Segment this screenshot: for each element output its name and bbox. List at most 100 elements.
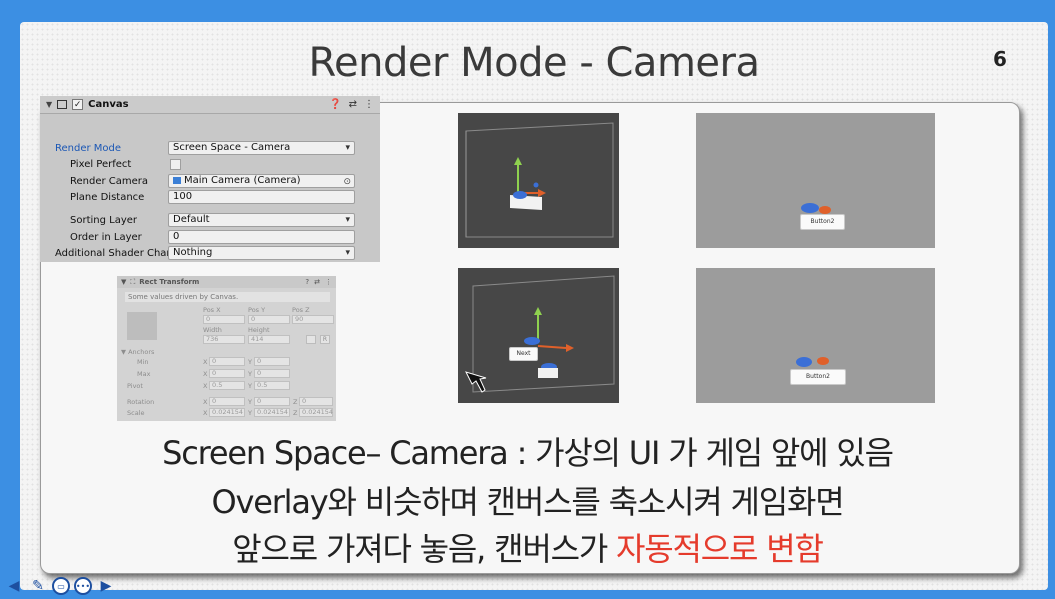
page-number: 6 [993,47,1007,71]
presentation-nav: ◀ ✎ ▭ ••• ▶ [4,577,116,595]
caption-highlight: 자동적으로 변함 [616,530,824,568]
rect-transform-header[interactable]: ▼ ⛶ Rect Transform ? ⇄ ⋮ [117,276,336,288]
help-icon[interactable]: ❓ [329,99,341,110]
plane-distance-input[interactable]: 100 [168,190,355,204]
game-top-button[interactable]: Button2 [800,214,845,230]
plane-distance-row: Plane Distance 100 [40,189,380,205]
pos-x-field[interactable]: 0 [203,315,245,324]
order-in-layer-row: Order in Layer 0 [40,229,380,245]
game-view-top[interactable]: Button2 [696,113,935,248]
previous-arrow-icon[interactable]: ◀ [4,577,24,595]
sorting-layer-dropdown[interactable]: Default [168,213,355,227]
scene-bottom-graphic [465,275,615,393]
render-camera-label: Render Camera [70,175,149,187]
render-mode-dropdown[interactable]: Screen Space - Camera [168,141,355,155]
rotation-label: Rotation [127,398,155,406]
pen-icon[interactable]: ✎ [28,577,48,595]
pos-x-label: Pos X [203,306,221,314]
object-picker-icon[interactable]: ⊙ [343,176,351,187]
collapse-triangle-icon[interactable]: ▼ [121,278,126,286]
scene-next-button[interactable]: Next [509,347,538,361]
anchor-max-y[interactable]: 0 [254,369,290,378]
scene-view-top[interactable] [458,113,619,248]
rotation-x[interactable]: 0 [209,397,245,406]
rotation-y-label: Y [248,398,252,406]
scale-z[interactable]: 0.024154 [299,408,333,417]
anchors-label[interactable]: ▼ Anchors [121,348,154,356]
slide-title: Render Mode - Camera [308,40,760,86]
pivot-x[interactable]: 0.5 [209,381,245,390]
canvas-component-header[interactable]: ▼ ✓ Canvas ❓ ⇄ ⋮ [40,96,380,114]
render-camera-field[interactable]: Main Camera (Camera) ⊙ [168,174,355,188]
anchor-max-label: Max [137,370,151,378]
anchor-preset-thumbnail[interactable] [127,312,157,340]
additional-shader-row: Additional Shader Chan Nothing [40,245,380,261]
height-field[interactable]: 414 [248,335,290,344]
pos-y-field[interactable]: 0 [248,315,290,324]
scale-z-label: Z [293,409,298,417]
pivot-y[interactable]: 0.5 [254,381,290,390]
anchor-max-x-label: X [203,370,208,378]
more-options-icon[interactable]: ⋮ [364,99,374,110]
raw-edit-button[interactable]: R [320,335,330,344]
anchor-min-x[interactable]: 0 [209,357,245,366]
plane-distance-label: Plane Distance [70,191,145,203]
pixel-perfect-checkbox[interactable] [170,158,181,170]
order-in-layer-label: Order in Layer [70,231,142,243]
caption-line-2: Overlay와 비슷하며 캔버스를 축소시켜 게임화면 [211,483,845,521]
pivot-x-label: X [203,382,208,390]
anchor-min-x-label: X [203,358,208,366]
more-options-icon[interactable]: ⋮ [325,278,332,286]
rotation-z[interactable]: 0 [299,397,333,406]
scene-top-graphic [465,122,614,238]
caption-line-1: Screen Space– Camera : 가상의 UI 가 게임 앞에 있음 [162,434,894,472]
anchor-min-y[interactable]: 0 [254,357,290,366]
more-options-icon[interactable]: ••• [74,577,92,595]
additional-shader-dropdown[interactable]: Nothing [168,246,355,260]
scale-y-label: Y [248,409,252,417]
canvas-enabled-checkbox[interactable]: ✓ [72,99,84,110]
scale-y[interactable]: 0.024154 [254,408,290,417]
help-icon[interactable]: ? [305,278,309,286]
pos-y-label: Pos Y [248,306,266,314]
blueprint-mode-button[interactable] [306,335,316,344]
preset-icon[interactable]: ⇄ [349,99,357,110]
scale-x[interactable]: 0.024154 [209,408,245,417]
game-bottom-button[interactable]: Button2 [790,369,846,385]
game-view-bottom[interactable]: Button2 [696,268,935,403]
width-field[interactable]: 736 [203,335,245,344]
slide-sorter-icon[interactable]: ▭ [52,577,70,595]
rect-transform-panel: ▼ ⛶ Rect Transform ? ⇄ ⋮ Some values dri… [117,276,336,421]
scale-label: Scale [127,409,145,417]
width-label: Width [203,326,222,334]
render-mode-row: Render Mode Screen Space - Camera [40,140,380,156]
render-camera-value: Main Camera (Camera) [184,175,301,186]
pixel-perfect-row: Pixel Perfect [40,156,380,172]
render-camera-row: Render Camera Main Camera (Camera) ⊙ [40,173,380,189]
pos-z-field[interactable]: 90 [292,315,334,324]
sorting-layer-row: Sorting Layer Default [40,212,380,228]
camera-icon [173,177,181,184]
rotation-x-label: X [203,398,208,406]
canvas-component-title: Canvas [88,99,129,110]
scene-view-bottom[interactable]: Next [458,268,619,403]
rotation-y[interactable]: 0 [254,397,290,406]
anchor-max-y-label: Y [248,370,252,378]
anchor-max-x[interactable]: 0 [209,369,245,378]
render-mode-label: Render Mode [55,142,122,154]
rect-transform-icon: ⛶ [130,277,136,286]
preset-icon[interactable]: ⇄ [314,278,320,286]
caption-line-3: 앞으로 가져다 놓음, 캔버스가 자동적으로 변함 [0,524,1055,570]
rotation-z-label: Z [293,398,298,406]
pivot-y-label: Y [248,382,252,390]
driven-note: Some values driven by Canvas. [125,292,330,302]
order-in-layer-input[interactable]: 0 [168,230,355,244]
anchor-min-label: Min [137,358,149,366]
next-arrow-icon[interactable]: ▶ [96,577,116,595]
pivot-label: Pivot [127,382,143,390]
pos-z-label: Pos Z [292,306,310,314]
scale-x-label: X [203,409,208,417]
collapse-triangle-icon[interactable]: ▼ [46,100,52,109]
caption-line-3-text: 앞으로 가져다 놓음, 캔버스가 [232,530,617,568]
canvas-component-icon [57,100,68,109]
